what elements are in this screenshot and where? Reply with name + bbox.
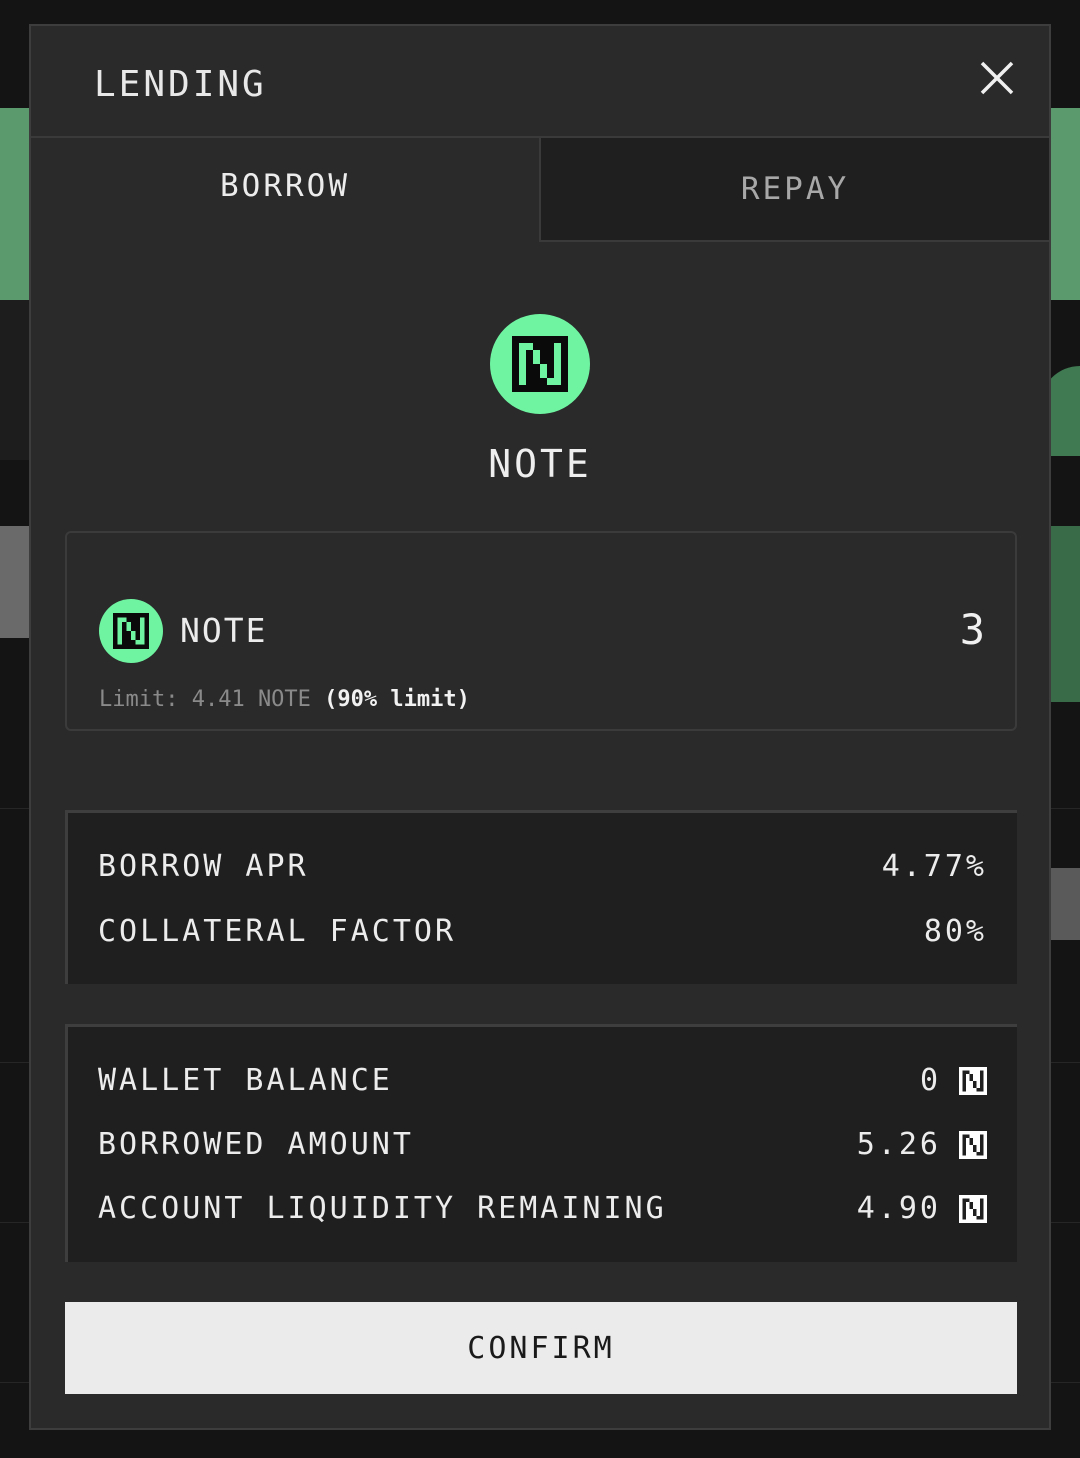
limit-percent: (90% limit) xyxy=(324,687,470,712)
confirm-button[interactable]: CONFIRM xyxy=(65,1302,1017,1394)
liquidity-remaining-label: ACCOUNT LIQUIDITY REMAINING xyxy=(98,1191,667,1226)
tab-borrow[interactable]: BORROW xyxy=(31,138,539,242)
lending-modal: LENDING BORROW REPAY NOTE NOTE 3 Limit: … xyxy=(29,24,1051,1430)
collateral-factor-row: COLLATERAL FACTOR 80% xyxy=(98,914,987,949)
tab-repay[interactable]: REPAY xyxy=(539,138,1049,242)
note-token-icon xyxy=(959,1194,987,1223)
collateral-factor-label: COLLATERAL FACTOR xyxy=(98,914,457,949)
wallet-balance-row: WALLET BALANCE 0 xyxy=(98,1063,987,1098)
wallet-balance-value: 0 xyxy=(919,1063,941,1098)
limit-amount: Limit: 4.41 NOTE xyxy=(99,687,311,712)
close-button[interactable] xyxy=(979,60,1015,96)
liquidity-remaining-row: ACCOUNT LIQUIDITY REMAINING 4.90 xyxy=(98,1191,987,1226)
close-icon xyxy=(980,61,1014,95)
note-token-icon xyxy=(490,314,590,414)
tab-bar: BORROW REPAY xyxy=(31,138,1049,242)
collateral-factor-value: 80% xyxy=(923,914,987,949)
borrowed-amount-label: BORROWED AMOUNT xyxy=(98,1127,414,1162)
wallet-balance-label: WALLET BALANCE xyxy=(98,1063,393,1098)
borrow-apr-label: BORROW APR xyxy=(98,849,309,884)
borrowed-amount-value: 5.26 xyxy=(856,1127,941,1162)
liquidity-remaining-value: 4.90 xyxy=(856,1191,941,1226)
rates-panel: BORROW APR 4.77% COLLATERAL FACTOR 80% xyxy=(65,810,1017,984)
selected-token: NOTE xyxy=(31,314,1049,486)
note-token-icon xyxy=(959,1130,987,1159)
token-name: NOTE xyxy=(488,442,592,486)
modal-header: LENDING xyxy=(31,26,1049,138)
input-token-name: NOTE xyxy=(180,611,268,650)
borrow-apr-row: BORROW APR 4.77% xyxy=(98,849,987,884)
borrowed-amount-row: BORROWED AMOUNT 5.26 xyxy=(98,1127,987,1162)
amount-value[interactable]: 3 xyxy=(960,605,985,654)
modal-title: LENDING xyxy=(94,64,267,105)
balances-panel: WALLET BALANCE 0 BORROWED AMOUNT 5.26 AC… xyxy=(65,1024,1017,1262)
borrow-apr-value: 4.77% xyxy=(881,849,987,884)
note-token-icon xyxy=(99,599,163,663)
note-token-icon xyxy=(959,1066,987,1095)
borrow-limit: Limit: 4.41 NOTE (90% limit) xyxy=(99,687,470,712)
borrow-amount-input[interactable]: NOTE 3 Limit: 4.41 NOTE (90% limit) xyxy=(65,531,1017,731)
